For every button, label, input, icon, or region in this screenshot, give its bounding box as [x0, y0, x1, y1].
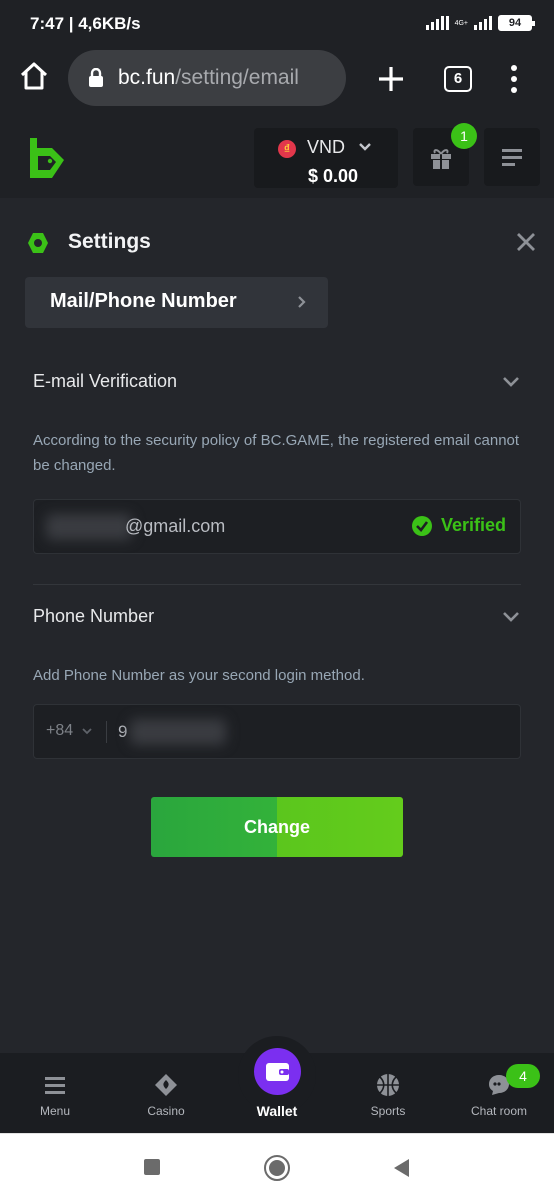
chevron-down-icon[interactable] [502, 611, 520, 623]
close-icon[interactable] [515, 231, 537, 253]
country-code-select[interactable]: +84 [46, 722, 73, 740]
android-home-icon[interactable] [264, 1155, 290, 1181]
battery-icon: 94 [498, 15, 535, 31]
gift-icon [431, 149, 451, 169]
phone-field[interactable]: +84 9 [33, 704, 521, 759]
settings-panel: Settings Mail/Phone Number E-mail Verifi… [0, 198, 554, 1053]
nav-label: Casino [147, 1104, 185, 1118]
wallet-icon [266, 1063, 289, 1081]
field-separator [106, 721, 107, 743]
email-domain: @gmail.com [125, 516, 226, 536]
page-title: Settings [68, 230, 151, 253]
bottom-nav: Menu Casino Wallet Sports Chat room 4 [0, 1036, 554, 1133]
tab-switcher-button[interactable]: 6 [444, 66, 472, 92]
chevron-down-icon [359, 143, 371, 151]
nav-label: Sports [370, 1104, 406, 1118]
chevron-right-icon [298, 296, 306, 308]
url-host: bc.fun [118, 66, 176, 89]
currency-selector[interactable]: ₫ VND $ 0.00 [254, 128, 398, 188]
gift-button[interactable]: 1 [413, 123, 477, 186]
subnav-mail-phone[interactable]: Mail/Phone Number [25, 277, 328, 328]
phone-section-title: Phone Number [33, 606, 155, 626]
phone-description: Add Phone Number as your second login me… [33, 667, 365, 684]
menu-icon [45, 1077, 65, 1094]
status-indicators: 4G+ 94 [425, 15, 535, 31]
currency-code: VND [307, 137, 346, 157]
url-bar-row: bc.fun/setting/email 6 [0, 50, 554, 108]
battery-level: 94 [508, 17, 522, 29]
back-icon[interactable] [392, 1158, 410, 1178]
subnav-label: Mail/Phone Number [50, 290, 237, 312]
menu-lines-icon [502, 149, 522, 166]
nav-sports[interactable]: Sports [338, 1053, 438, 1133]
status-time: 7:47 | 4,6KB/s [30, 14, 141, 33]
browser-chrome: 7:47 | 4,6KB/s 4G+ 94 bc.fun/setting/ema… [0, 0, 554, 118]
nav-label: Menu [39, 1104, 71, 1118]
signal-icon [425, 16, 449, 30]
bc-game-logo[interactable] [26, 136, 66, 180]
nav-wallet-label: Wallet [256, 1103, 298, 1119]
app-header: ₫ VND $ 0.00 1 [0, 118, 554, 198]
signal-icon-2 [474, 16, 492, 30]
home-icon[interactable] [18, 60, 50, 92]
email-policy-text: According to the security policy of BC.G… [33, 432, 520, 474]
chat-badge: 4 [506, 1064, 540, 1088]
section-divider [33, 584, 521, 585]
verified-status: Verified [441, 515, 507, 535]
email-field: @gmail.com Verified [33, 499, 521, 554]
change-button[interactable]: Change [151, 797, 403, 857]
url-path: /setting/email [175, 66, 299, 89]
nav-label: Chat room [470, 1104, 528, 1118]
chevron-down-icon [82, 728, 92, 735]
email-section-title: E-mail Verification [33, 371, 178, 391]
sidebar-menu-button[interactable] [484, 128, 540, 186]
sports-icon [377, 1074, 399, 1096]
recent-apps-icon[interactable] [144, 1159, 160, 1175]
chevron-down-icon[interactable] [502, 376, 520, 388]
android-nav-bar [0, 1133, 554, 1200]
balance-amount: $ 0.00 [308, 166, 359, 186]
vnd-coin-icon: ₫ [278, 140, 296, 158]
nav-casino[interactable]: Casino [116, 1053, 216, 1133]
nav-wallet[interactable] [254, 1048, 301, 1095]
phone-number-input[interactable]: 9 [118, 722, 127, 742]
email-redacted [46, 514, 132, 540]
lock-icon [89, 68, 103, 87]
url-text: bc.fun/setting/email [118, 66, 299, 90]
network-type: 4G+ [454, 19, 468, 27]
address-bar[interactable]: bc.fun/setting/email [68, 50, 346, 106]
check-circle-icon [412, 516, 432, 536]
casino-icon [155, 1074, 177, 1096]
more-options-icon[interactable] [506, 64, 522, 94]
nav-menu[interactable]: Menu [5, 1053, 105, 1133]
status-bar: 7:47 | 4,6KB/s 4G+ 94 [0, 0, 554, 48]
gift-badge: 1 [451, 123, 477, 149]
phone-redacted [130, 719, 226, 745]
new-tab-icon[interactable] [376, 64, 406, 94]
settings-hexagon-icon [28, 233, 48, 253]
